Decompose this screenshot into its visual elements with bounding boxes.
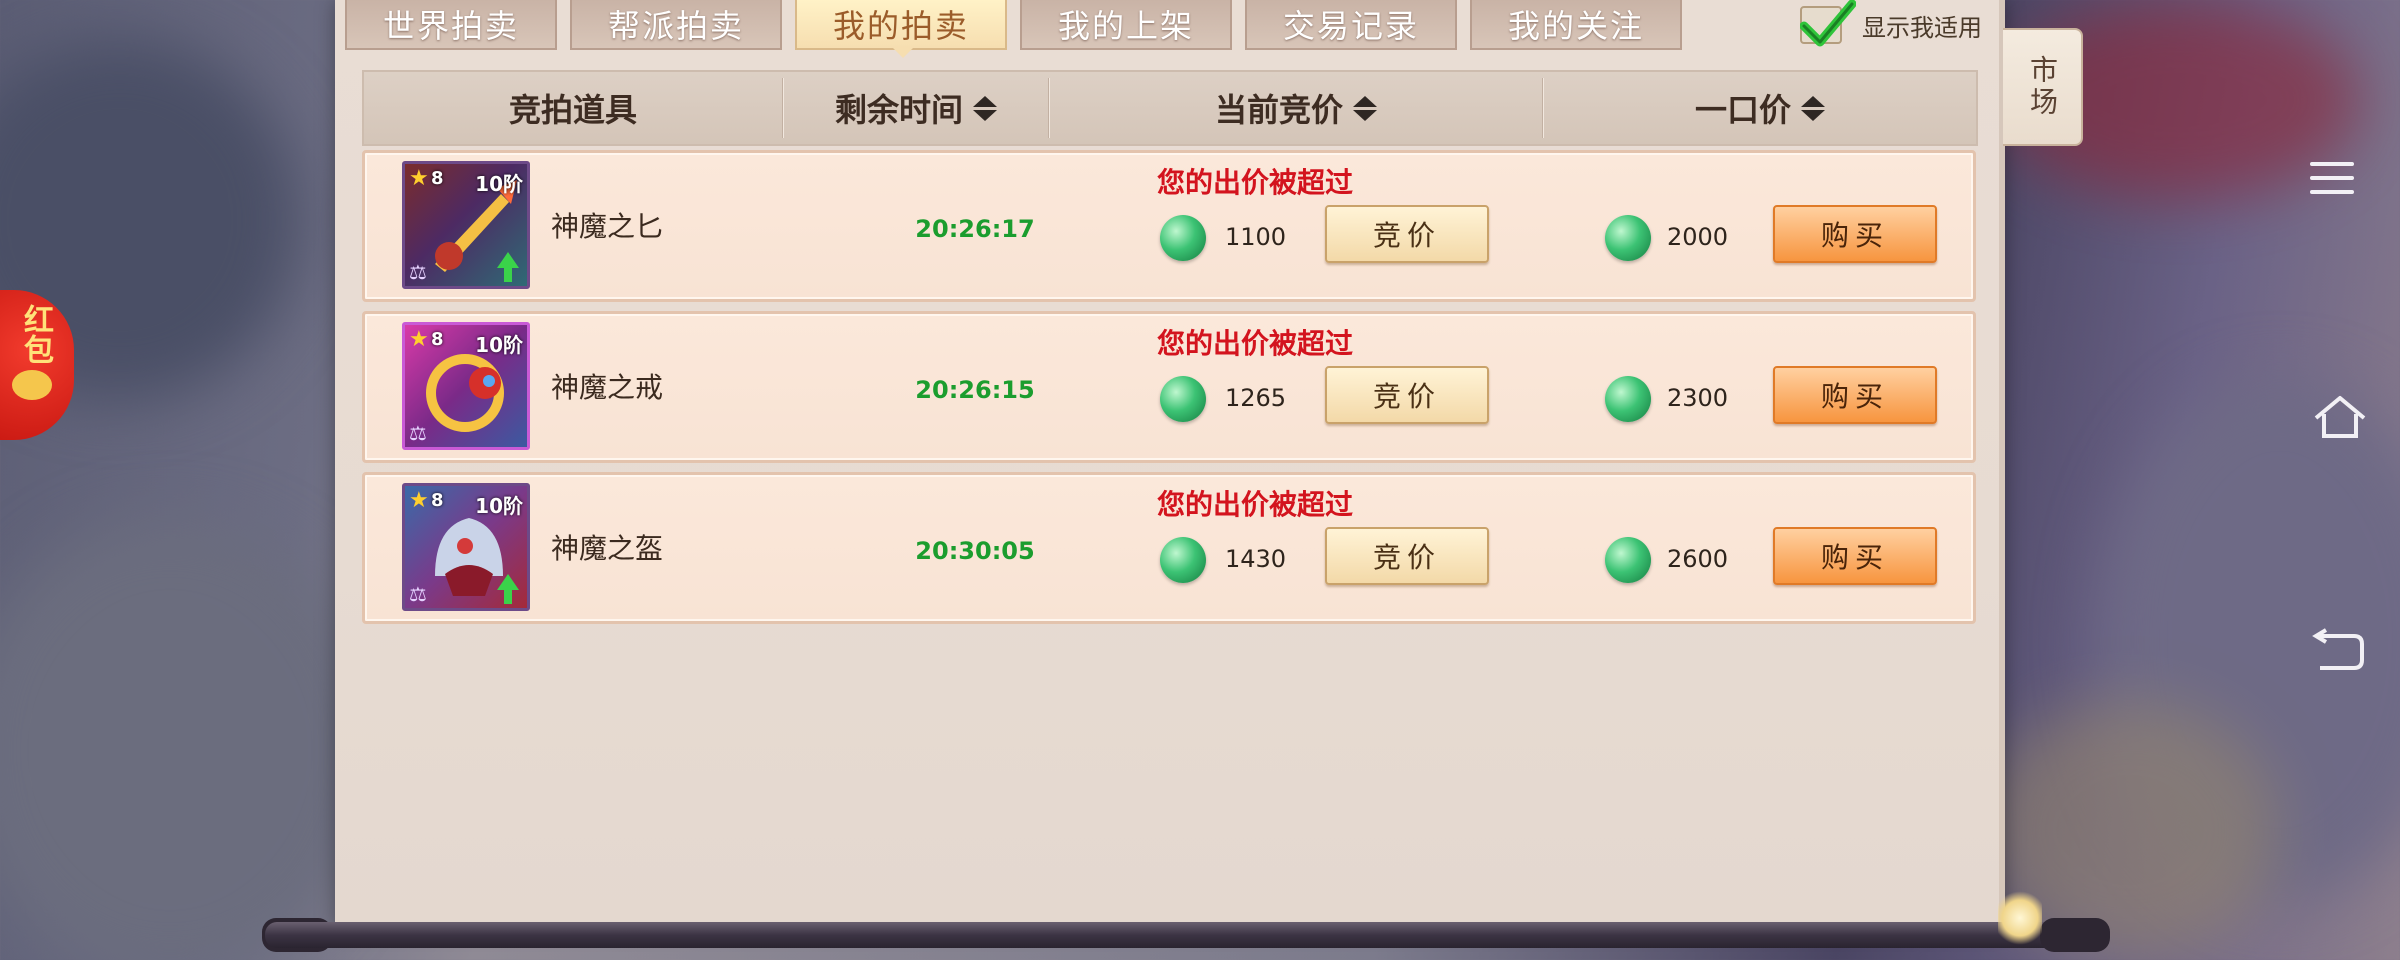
auction-row: ★ 8 10阶 ⚖ 神魔之匕 20:26:17 您的出价被超过 1100 竞价 … xyxy=(362,150,1976,302)
auction-row: ★ 8 10阶 ⚖ 神魔之盔 20:30:05 您的出价被超过 1430 竞价 … xyxy=(362,472,1976,624)
tab-label: 我的拍卖 xyxy=(832,7,969,45)
show-suitable-checkbox[interactable] xyxy=(1800,0,1856,47)
star-count: 8 xyxy=(431,329,444,350)
item-name: 神魔之戒 xyxy=(551,371,664,404)
jade-currency-icon xyxy=(1605,215,1651,261)
item-tier: 10阶 xyxy=(475,333,523,357)
star-count: 8 xyxy=(431,168,444,189)
outbid-status: 您的出价被超过 xyxy=(1156,166,1353,199)
bid-button[interactable]: 竞价 xyxy=(1325,205,1489,263)
tab-label: 世界拍卖 xyxy=(382,7,519,45)
header-bid-sort[interactable]: 当前竞价 xyxy=(1050,72,1542,144)
bid-button[interactable]: 竞价 xyxy=(1325,366,1489,424)
item-tier: 10阶 xyxy=(475,172,523,196)
checkmark-icon xyxy=(1800,0,1856,47)
table-header: 竞拍道具 剩余时间 当前竞价 一口价 xyxy=(362,70,1978,146)
item-name: 神魔之匕 xyxy=(551,210,664,243)
buyout-value: 2000 xyxy=(1667,223,1729,251)
red-packet-label: 红包 xyxy=(18,304,53,364)
jade-currency-icon xyxy=(1160,215,1206,261)
jade-currency-icon xyxy=(1160,376,1206,422)
background-blur xyxy=(0,520,380,960)
upgrade-arrow-stem xyxy=(504,588,512,604)
sort-icon xyxy=(973,95,997,121)
tab-my-watchlist[interactable]: 我的关注 xyxy=(1470,0,1682,50)
lantern-icon xyxy=(1998,890,2042,946)
current-bid-value: 1430 xyxy=(1225,545,1287,573)
time-remaining: 20:26:15 xyxy=(915,376,1035,404)
scroll-rod xyxy=(265,922,2075,948)
tab-my-auction[interactable]: 我的拍卖 xyxy=(795,0,1007,58)
current-bid-value: 1100 xyxy=(1225,223,1287,251)
header-time-sort[interactable]: 剩余时间 xyxy=(784,72,1048,144)
buy-button[interactable]: 购买 xyxy=(1773,366,1937,424)
buy-button[interactable]: 购买 xyxy=(1773,205,1937,263)
star-icon: ★ xyxy=(409,327,429,352)
market-side-tab[interactable]: 市场 xyxy=(2003,28,2083,146)
tab-label: 我的关注 xyxy=(1507,7,1644,45)
time-remaining: 20:26:17 xyxy=(915,215,1035,243)
outbid-status: 您的出价被超过 xyxy=(1156,488,1353,521)
jade-currency-icon xyxy=(1605,376,1651,422)
tab-trade-records[interactable]: 交易记录 xyxy=(1245,0,1457,50)
buyout-value: 2600 xyxy=(1667,545,1729,573)
menu-icon[interactable] xyxy=(2310,162,2354,204)
buyout-value: 2300 xyxy=(1667,384,1729,412)
scale-icon: ⚖ xyxy=(409,582,427,606)
auction-row: ★ 8 10阶 ⚖ 神魔之戒 20:26:15 您的出价被超过 1265 竞价 … xyxy=(362,311,1976,463)
sort-icon xyxy=(1353,95,1377,121)
dagger-item-icon[interactable]: ★ 8 10阶 ⚖ xyxy=(402,161,530,289)
tab-world-auction[interactable]: 世界拍卖 xyxy=(345,0,557,50)
jade-currency-icon xyxy=(1160,537,1206,583)
outbid-status: 您的出价被超过 xyxy=(1156,327,1353,360)
tab-label: 我的上架 xyxy=(1057,7,1194,45)
jade-currency-icon xyxy=(1605,537,1651,583)
scroll-rod-cap xyxy=(2040,918,2110,952)
tab-my-listings[interactable]: 我的上架 xyxy=(1020,0,1232,50)
tab-label: 交易记录 xyxy=(1282,7,1419,45)
tab-guild-auction[interactable]: 帮派拍卖 xyxy=(570,0,782,50)
back-icon[interactable] xyxy=(2310,628,2366,676)
header-item: 竞拍道具 xyxy=(508,91,637,129)
market-side-tab-label: 市场 xyxy=(2026,55,2059,119)
show-suitable-label[interactable]: 显示我适用 xyxy=(1862,8,1982,43)
scale-icon: ⚖ xyxy=(409,421,427,445)
buy-button[interactable]: 购买 xyxy=(1773,527,1937,585)
current-bid-value: 1265 xyxy=(1225,384,1287,412)
helmet-item-icon[interactable]: ★ 8 10阶 ⚖ xyxy=(402,483,530,611)
sort-icon xyxy=(1801,95,1825,121)
header-buyout-sort[interactable]: 一口价 xyxy=(1544,72,1976,144)
star-icon: ★ xyxy=(409,166,429,191)
star-count: 8 xyxy=(431,490,444,511)
time-remaining: 20:30:05 xyxy=(915,537,1035,565)
ring-item-icon[interactable]: ★ 8 10阶 ⚖ xyxy=(402,322,530,450)
bid-button[interactable]: 竞价 xyxy=(1325,527,1489,585)
scale-icon: ⚖ xyxy=(409,260,427,284)
tab-label: 帮派拍卖 xyxy=(607,7,744,45)
upgrade-arrow-stem xyxy=(504,266,512,282)
item-name: 神魔之盔 xyxy=(551,532,664,565)
item-tier: 10阶 xyxy=(475,494,523,518)
home-icon[interactable] xyxy=(2310,392,2370,442)
red-packet-icon xyxy=(12,370,52,400)
star-icon: ★ xyxy=(409,488,429,513)
